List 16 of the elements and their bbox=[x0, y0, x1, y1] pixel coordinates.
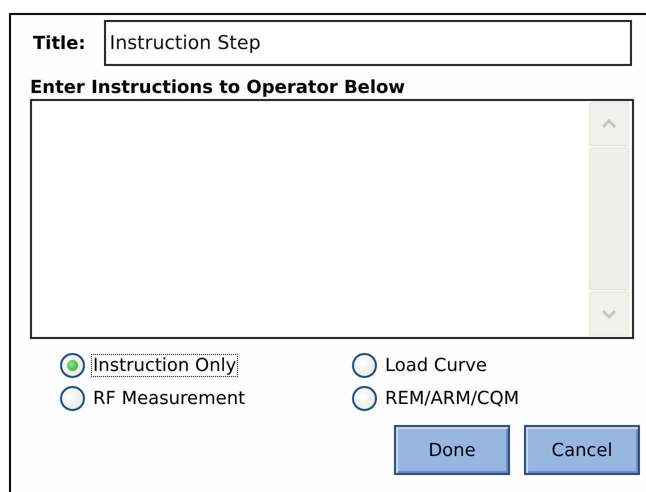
radio-button[interactable] bbox=[352, 353, 377, 378]
radio-label[interactable]: REM/ARM/CQM bbox=[383, 387, 522, 410]
radio-button[interactable] bbox=[60, 353, 85, 378]
chevron-up-icon bbox=[601, 119, 617, 129]
radio-button[interactable] bbox=[60, 386, 85, 411]
radio-button[interactable] bbox=[352, 386, 377, 411]
title-label: Title: bbox=[33, 32, 86, 54]
cancel-button[interactable]: Cancel bbox=[524, 425, 640, 475]
done-button[interactable]: Done bbox=[394, 425, 510, 475]
radio-label[interactable]: Instruction Only bbox=[91, 354, 238, 377]
title-field[interactable]: Instruction Step bbox=[104, 20, 632, 66]
radio-label[interactable]: RF Measurement bbox=[91, 387, 248, 410]
instructions-field[interactable] bbox=[30, 99, 634, 339]
chevron-down-icon bbox=[601, 309, 617, 319]
radio-label[interactable]: Load Curve bbox=[383, 354, 490, 377]
instructions-label: Enter Instructions to Operator Below bbox=[30, 77, 406, 99]
